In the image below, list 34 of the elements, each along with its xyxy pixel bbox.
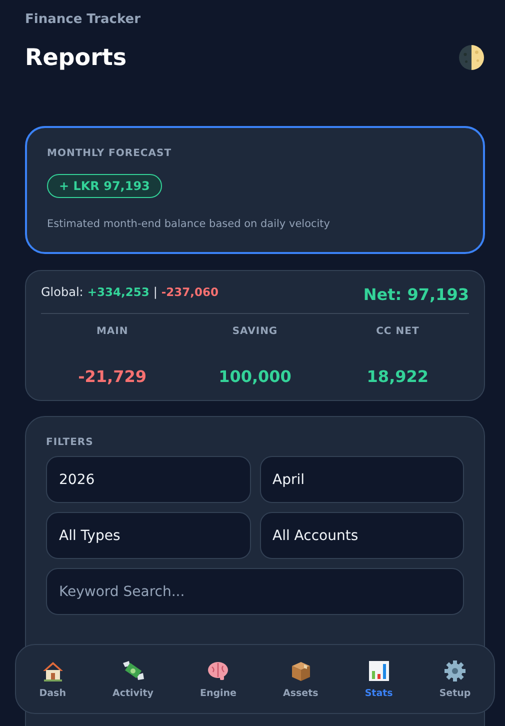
moon-icon[interactable]: [459, 45, 484, 70]
account-name: SAVING: [232, 326, 278, 337]
income-total: +334,253: [87, 285, 150, 299]
house-icon: [40, 659, 65, 683]
page-title: Reports: [25, 45, 128, 71]
net-total: Net: 97,193: [363, 285, 469, 304]
search-field[interactable]: Keyword Search...: [46, 568, 464, 615]
type-select[interactable]: All Types: [46, 512, 250, 559]
account-name: CC NET: [376, 326, 420, 337]
brain-icon: [206, 659, 230, 683]
gear-icon: [443, 659, 468, 683]
separator: |: [153, 285, 158, 299]
app-name: Finance Tracker: [25, 12, 141, 27]
account-name: MAIN: [96, 326, 128, 337]
global-label: Global:: [41, 285, 84, 299]
nav-tab[interactable]: Dash: [35, 657, 70, 701]
year-select[interactable]: 2026: [46, 456, 250, 503]
filters-label: FILTERS: [46, 437, 94, 448]
account-balance: 100,000: [218, 367, 292, 386]
nav-tab[interactable]: Engine: [196, 657, 240, 701]
nav-tab[interactable]: Setup: [435, 657, 475, 701]
nav-tab[interactable]: Activity: [108, 657, 158, 701]
expense-total: -237,060: [161, 285, 219, 299]
chart-icon: [366, 659, 391, 683]
month-select[interactable]: April: [260, 456, 464, 503]
money-icon: [120, 659, 145, 683]
account-select[interactable]: All Accounts: [260, 512, 464, 559]
forecast-label: MONTHLY FORECAST: [47, 148, 173, 159]
nav-tab[interactable]: Assets: [279, 657, 322, 701]
account-balance: -21,729: [78, 367, 147, 386]
forecast-note: Estimated month-end balance based on daily velocity: [47, 218, 332, 230]
forecast-amount: + LKR 97,193: [47, 174, 162, 198]
account-balance: 18,922: [366, 367, 429, 386]
nav-tab[interactable]: Stats: [360, 657, 397, 701]
